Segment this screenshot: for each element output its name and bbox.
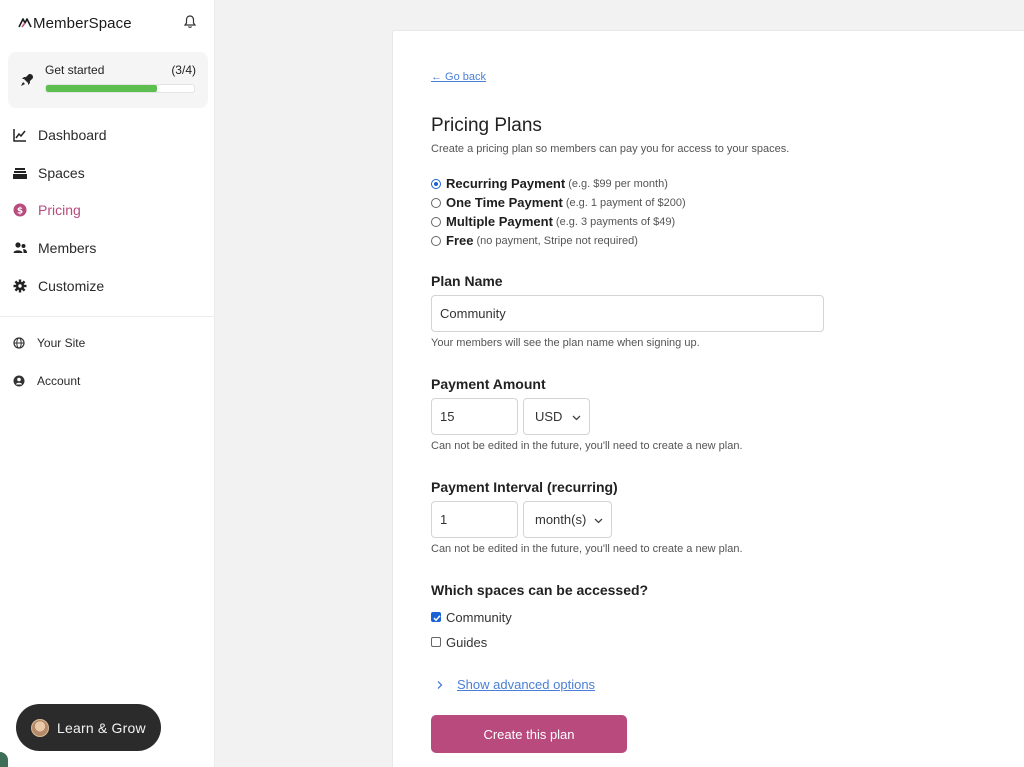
payment-type-free[interactable]: Free (no payment, Stripe not required) (431, 231, 686, 250)
checkbox[interactable] (431, 637, 441, 647)
chevron-right-icon (437, 680, 443, 689)
brand-name: MemberSpace (33, 14, 132, 32)
radio-label: Multiple Payment (446, 214, 553, 229)
get-started-count: (3/4) (171, 63, 196, 77)
payment-amount-help: Can not be edited in the future, you'll … (431, 440, 743, 452)
nav-item-customize[interactable]: Customize (0, 267, 214, 305)
payment-amount-label: Payment Amount (431, 376, 546, 392)
go-back-link[interactable]: ← Go back (431, 71, 486, 83)
memberspace-logo-icon (18, 18, 32, 28)
page-title: Pricing Plans (431, 115, 542, 136)
currency-select[interactable]: USD (523, 398, 590, 435)
bell-icon[interactable] (182, 14, 198, 30)
plan-name-input[interactable]: Community (431, 295, 824, 332)
nav-label: Members (38, 239, 97, 256)
stack-icon (13, 167, 27, 179)
nav-item-your-site[interactable]: Your Site (0, 324, 214, 362)
people-icon (13, 242, 27, 253)
brand-logo[interactable]: MemberSpace (18, 12, 132, 34)
dollar-icon: $ (13, 203, 27, 217)
show-advanced-options[interactable]: Show advanced options (431, 677, 595, 692)
get-started-card[interactable]: Get started (3/4) (8, 52, 208, 108)
radio-hint: (e.g. 3 payments of $49) (555, 215, 676, 228)
nav-item-dashboard[interactable]: Dashboard (0, 116, 214, 154)
nav-label: Dashboard (38, 126, 107, 143)
radio-button[interactable] (431, 235, 441, 246)
nav-item-spaces[interactable]: Spaces (0, 154, 214, 192)
checkbox-label: Guides (446, 634, 488, 650)
learn-and-grow-button[interactable]: Learn & Grow (16, 704, 161, 751)
payment-type-one-time[interactable]: One Time Payment (e.g. 1 payment of $200… (431, 193, 686, 212)
primary-nav: Dashboard Spaces $ Pricing Members Custo… (0, 116, 214, 304)
radio-label: Recurring Payment (446, 176, 566, 191)
radio-button[interactable] (431, 197, 441, 208)
radio-label: One Time Payment (446, 195, 563, 210)
chart-icon (13, 128, 26, 142)
interval-unit-select[interactable]: month(s) (523, 501, 612, 538)
nav-label: Account (37, 374, 81, 388)
payment-amount-value: 15 (440, 409, 455, 424)
radio-button[interactable] (431, 216, 441, 227)
nav-label: Customize (38, 277, 105, 294)
chevron-down-icon (572, 415, 581, 421)
radio-button[interactable] (431, 178, 441, 189)
secondary-nav: Your Site Account (0, 324, 214, 400)
globe-icon (13, 337, 25, 349)
payment-interval-value: 1 (440, 512, 448, 527)
radio-hint: (e.g. $99 per month) (568, 177, 668, 190)
get-started-title: Get started (45, 63, 105, 77)
gear-icon (13, 279, 27, 293)
payment-amount-input[interactable]: 15 (431, 398, 518, 435)
spaces-label: Which spaces can be accessed? (431, 582, 649, 598)
currency-value: USD (535, 409, 563, 424)
nav-item-members[interactable]: Members (0, 229, 214, 267)
nav-label: Spaces (38, 164, 85, 181)
plan-name-label: Plan Name (431, 273, 503, 289)
avatar (31, 718, 49, 737)
plan-name-value: Community (440, 306, 506, 321)
radio-label: Free (446, 233, 474, 248)
plan-name-help: Your members will see the plan name when… (431, 337, 700, 349)
interval-unit-value: month(s) (535, 512, 587, 527)
payment-interval-label: Payment Interval (recurring) (431, 479, 618, 495)
checkbox[interactable] (431, 612, 441, 622)
radio-hint: (e.g. 1 payment of $200) (565, 196, 686, 209)
page-description: Create a pricing plan so members can pay… (431, 143, 790, 155)
space-option-guides[interactable]: Guides (431, 632, 487, 652)
learn-label: Learn & Grow (57, 719, 146, 736)
nav-item-account[interactable]: Account (0, 362, 214, 400)
payment-interval-input[interactable]: 1 (431, 501, 518, 538)
sidebar: MemberSpace Get started (3/4) Dashboard (0, 0, 215, 767)
rocket-icon (21, 74, 33, 86)
svg-text:$: $ (17, 207, 23, 217)
payment-type-recurring[interactable]: Recurring Payment (e.g. $99 per month) (431, 174, 686, 193)
nav-item-pricing[interactable]: $ Pricing (0, 191, 214, 229)
main-panel: ← Go back Pricing Plans Create a pricing… (392, 30, 1024, 767)
radio-hint: (no payment, Stripe not required) (476, 234, 638, 247)
space-option-community[interactable]: Community (431, 607, 512, 627)
checkbox-label: Community (446, 609, 512, 625)
nav-label: Your Site (37, 336, 86, 350)
advanced-options-link[interactable]: Show advanced options (457, 677, 595, 692)
sidebar-divider (0, 316, 214, 317)
payment-type-group: Recurring Payment (e.g. $99 per month) O… (431, 174, 686, 250)
payment-type-multiple[interactable]: Multiple Payment (e.g. 3 payments of $49… (431, 212, 686, 231)
user-circle-icon (13, 375, 25, 387)
create-plan-button[interactable]: Create this plan (431, 715, 627, 753)
chevron-down-icon (594, 518, 603, 524)
get-started-progress-fill (46, 85, 157, 92)
nav-label: Pricing (38, 202, 81, 219)
get-started-progress-bar (45, 84, 195, 93)
payment-interval-help: Can not be edited in the future, you'll … (431, 543, 743, 555)
